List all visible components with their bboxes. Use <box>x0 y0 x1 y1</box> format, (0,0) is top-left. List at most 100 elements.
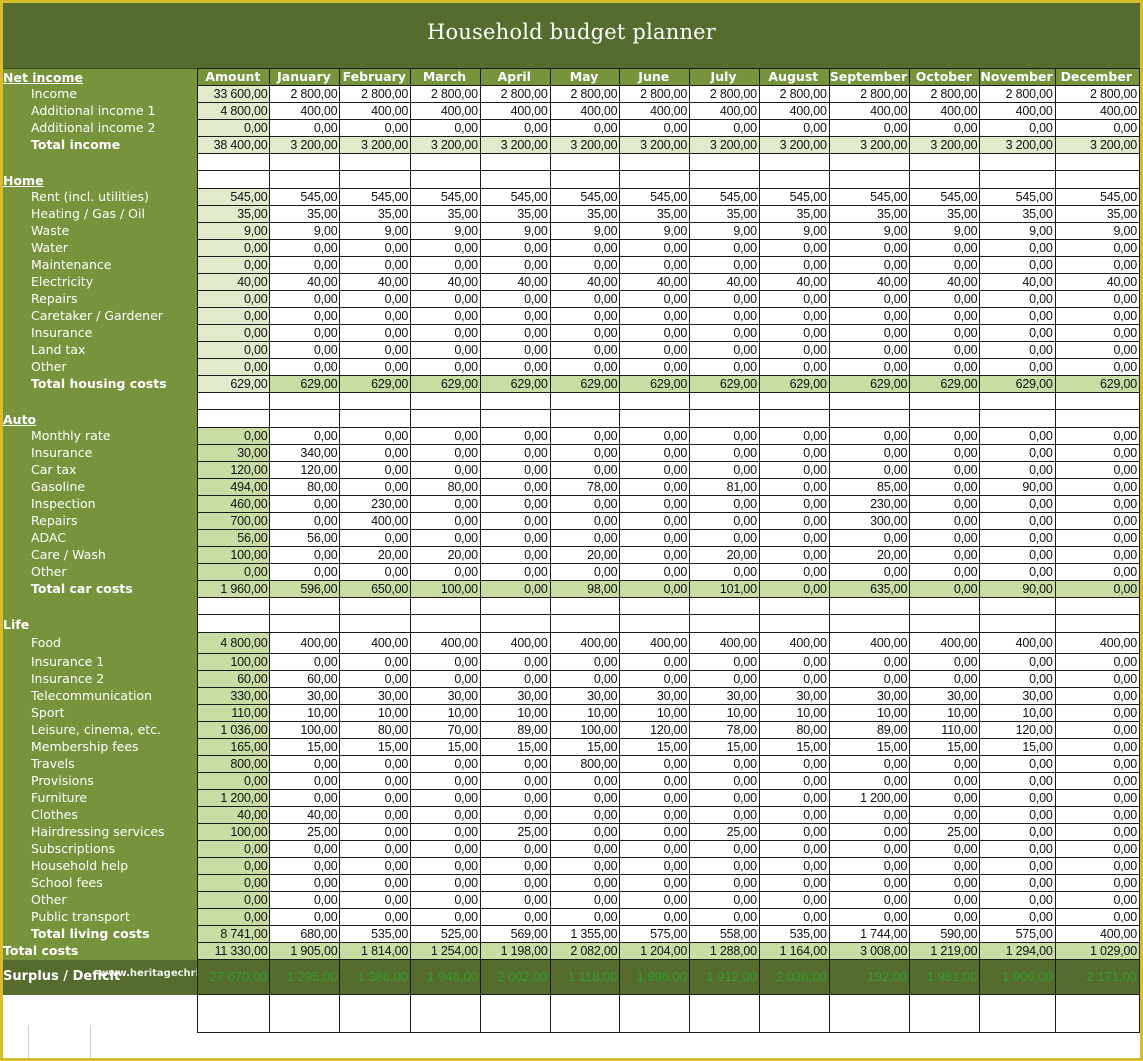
month-cell[interactable]: 0,00 <box>339 789 412 807</box>
month-cell[interactable]: 35,00 <box>479 205 551 223</box>
total-cell[interactable]: 596,00 <box>269 580 341 598</box>
month-cell[interactable]: 0,00 <box>979 427 1056 445</box>
month-cell[interactable]: 545,00 <box>1054 188 1140 206</box>
empty-cell[interactable] <box>339 614 412 633</box>
month-cell[interactable]: 0,00 <box>619 324 691 342</box>
column-header[interactable]: July <box>689 68 760 86</box>
month-cell[interactable]: 0,00 <box>758 444 830 462</box>
month-cell[interactable]: 35,00 <box>549 205 621 223</box>
month-cell[interactable]: 0,00 <box>339 324 412 342</box>
total-cell[interactable]: 3 200,00 <box>1054 136 1140 154</box>
month-cell[interactable]: 0,00 <box>479 789 551 807</box>
month-cell[interactable]: 0,00 <box>909 755 981 773</box>
empty-cell[interactable] <box>758 994 830 1033</box>
month-cell[interactable]: 0,00 <box>269 546 341 564</box>
surplus-amount-cell[interactable]: 27 070,00 <box>197 959 271 995</box>
month-cell[interactable]: 0,00 <box>549 806 621 824</box>
month-cell[interactable]: 0,00 <box>979 857 1056 875</box>
month-cell[interactable]: 35,00 <box>758 205 830 223</box>
month-cell[interactable]: 70,00 <box>410 721 481 739</box>
month-cell[interactable]: 0,00 <box>619 529 691 547</box>
month-cell[interactable]: 0,00 <box>549 789 621 807</box>
month-cell[interactable]: 0,00 <box>909 427 981 445</box>
month-cell[interactable]: 0,00 <box>828 874 911 892</box>
month-cell[interactable]: 0,00 <box>269 840 341 858</box>
total-costs-cell[interactable]: 1 288,00 <box>689 942 760 960</box>
month-cell[interactable]: 0,00 <box>1054 755 1140 773</box>
month-cell[interactable]: 400,00 <box>909 632 981 654</box>
month-cell[interactable]: 0,00 <box>828 256 911 274</box>
month-cell[interactable]: 0,00 <box>1054 546 1140 564</box>
month-cell[interactable]: 0,00 <box>619 840 691 858</box>
month-cell[interactable]: 0,00 <box>909 840 981 858</box>
empty-cell[interactable] <box>758 153 830 171</box>
month-cell[interactable]: 0,00 <box>828 358 911 376</box>
total-cell[interactable]: 629,00 <box>619 375 691 393</box>
empty-cell[interactable] <box>479 994 551 1033</box>
empty-cell[interactable] <box>410 409 481 428</box>
month-cell[interactable]: 35,00 <box>979 205 1056 223</box>
month-cell[interactable]: 400,00 <box>479 632 551 654</box>
amount-cell[interactable]: 0,00 <box>197 341 271 359</box>
month-cell[interactable]: 0,00 <box>339 857 412 875</box>
empty-cell[interactable] <box>339 170 412 189</box>
total-cell[interactable]: 629,00 <box>979 375 1056 393</box>
month-cell[interactable]: 0,00 <box>979 256 1056 274</box>
month-cell[interactable]: 0,00 <box>828 772 911 790</box>
month-cell[interactable]: 0,00 <box>410 891 481 909</box>
month-cell[interactable]: 0,00 <box>479 256 551 274</box>
total-cell[interactable]: 680,00 <box>269 925 341 943</box>
month-cell[interactable]: 0,00 <box>269 324 341 342</box>
month-cell[interactable]: 0,00 <box>979 290 1056 308</box>
total-cell[interactable]: 38 400,00 <box>197 136 271 154</box>
amount-cell[interactable]: 0,00 <box>197 324 271 342</box>
month-cell[interactable]: 25,00 <box>269 823 341 841</box>
amount-cell[interactable]: 800,00 <box>197 755 271 773</box>
month-cell[interactable]: 0,00 <box>339 874 412 892</box>
empty-cell[interactable] <box>197 994 271 1033</box>
empty-cell[interactable] <box>979 994 1056 1033</box>
month-cell[interactable]: 545,00 <box>828 188 911 206</box>
month-cell[interactable]: 0,00 <box>269 563 341 581</box>
month-cell[interactable]: 0,00 <box>758 461 830 479</box>
month-cell[interactable]: 0,00 <box>410 857 481 875</box>
month-cell[interactable]: 40,00 <box>269 273 341 291</box>
month-cell[interactable]: 15,00 <box>619 738 691 756</box>
month-cell[interactable]: 0,00 <box>410 341 481 359</box>
empty-cell[interactable] <box>197 170 271 189</box>
month-cell[interactable]: 0,00 <box>909 857 981 875</box>
month-cell[interactable]: 0,00 <box>410 563 481 581</box>
month-cell[interactable]: 60,00 <box>269 670 341 688</box>
amount-cell[interactable]: 0,00 <box>197 840 271 858</box>
total-cell[interactable]: 629,00 <box>479 375 551 393</box>
surplus-month-cell[interactable]: 1 946,00 <box>410 959 481 995</box>
amount-cell[interactable]: 4 800,00 <box>197 632 271 654</box>
month-cell[interactable]: 0,00 <box>758 857 830 875</box>
month-cell[interactable]: 0,00 <box>689 806 760 824</box>
month-cell[interactable]: 9,00 <box>828 222 911 240</box>
month-cell[interactable]: 9,00 <box>269 222 341 240</box>
month-cell[interactable]: 30,00 <box>549 687 621 705</box>
month-cell[interactable]: 0,00 <box>828 823 911 841</box>
month-cell[interactable]: 0,00 <box>758 512 830 530</box>
surplus-month-cell[interactable]: 1 386,00 <box>339 959 412 995</box>
total-cell[interactable]: 90,00 <box>979 580 1056 598</box>
month-cell[interactable]: 0,00 <box>619 444 691 462</box>
month-cell[interactable]: 0,00 <box>479 806 551 824</box>
month-cell[interactable]: 545,00 <box>479 188 551 206</box>
month-cell[interactable]: 0,00 <box>410 358 481 376</box>
empty-cell[interactable] <box>197 614 271 633</box>
month-cell[interactable]: 0,00 <box>410 840 481 858</box>
month-cell[interactable]: 0,00 <box>758 840 830 858</box>
month-cell[interactable]: 0,00 <box>479 478 551 496</box>
month-cell[interactable]: 545,00 <box>339 188 412 206</box>
month-cell[interactable]: 0,00 <box>979 324 1056 342</box>
month-cell[interactable]: 0,00 <box>979 529 1056 547</box>
column-header[interactable]: Amount <box>197 68 271 86</box>
month-cell[interactable]: 0,00 <box>979 874 1056 892</box>
month-cell[interactable]: 0,00 <box>758 874 830 892</box>
month-cell[interactable]: 0,00 <box>909 772 981 790</box>
month-cell[interactable]: 15,00 <box>689 738 760 756</box>
month-cell[interactable]: 0,00 <box>479 341 551 359</box>
month-cell[interactable]: 0,00 <box>479 290 551 308</box>
